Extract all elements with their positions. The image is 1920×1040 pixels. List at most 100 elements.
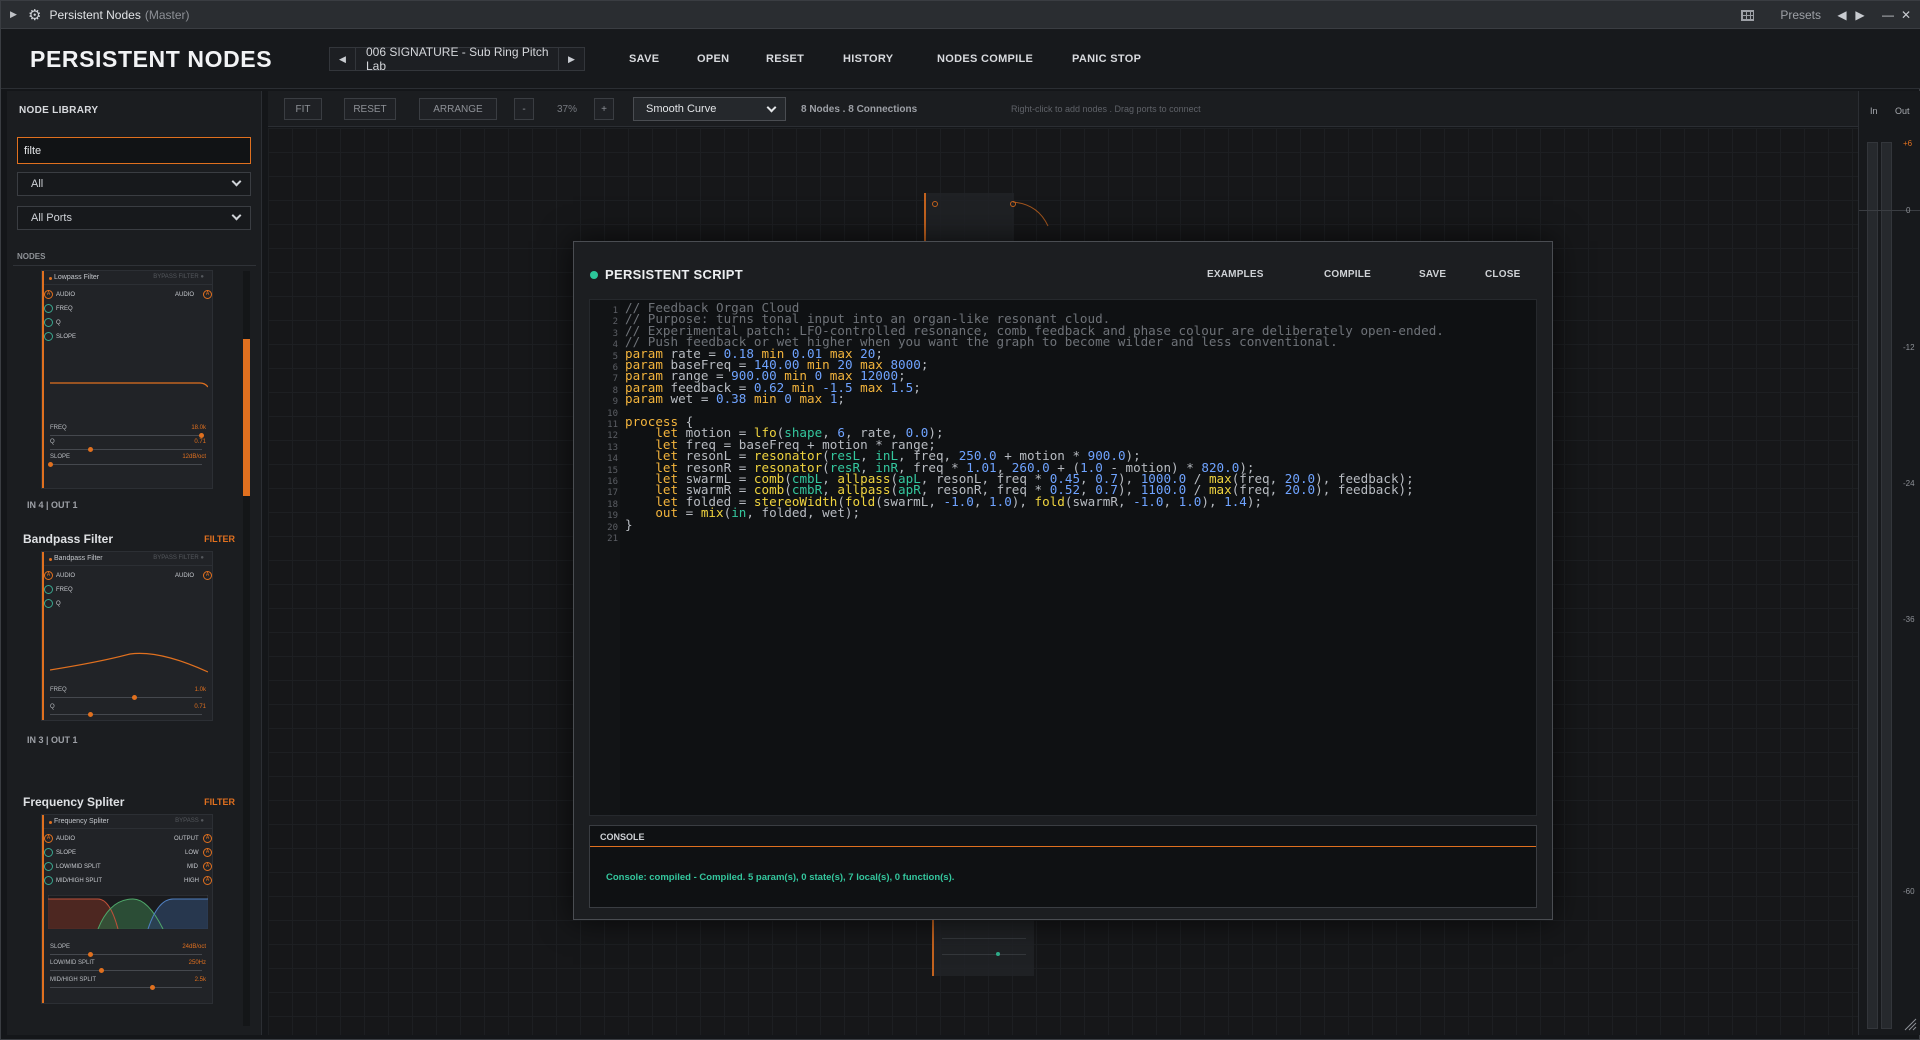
- ports-select-value: All Ports: [31, 212, 72, 224]
- param-value: 250Hz: [188, 960, 206, 966]
- next-preset-button[interactable]: ▶: [558, 47, 585, 71]
- script-save-button[interactable]: SAVE: [1419, 269, 1446, 280]
- library-card-bandpass[interactable]: Bandpass Filter FILTER Bandpass Filter BY…: [13, 532, 239, 797]
- port-label: FREQ: [56, 306, 73, 312]
- card-category-tag: FILTER: [204, 797, 235, 807]
- output-port-icon[interactable]: A: [203, 834, 212, 843]
- prev-preset-icon[interactable]: ◀: [1833, 8, 1851, 22]
- examples-button[interactable]: EXAMPLES: [1207, 269, 1264, 280]
- open-button[interactable]: OPEN: [697, 53, 729, 65]
- port-label: AUDIO: [56, 292, 76, 298]
- param-port-icon[interactable]: [44, 332, 53, 341]
- meter-zero-line: [1859, 210, 1920, 211]
- script-editor-modal: PERSISTENT SCRIPT EXAMPLES COMPILE SAVE …: [573, 241, 1553, 920]
- category-select[interactable]: All: [17, 172, 251, 196]
- gear-icon[interactable]: ⚙: [28, 6, 41, 24]
- port-icon[interactable]: [932, 201, 938, 207]
- param-slider[interactable]: [50, 435, 202, 436]
- param-slider[interactable]: [50, 970, 202, 971]
- app-window: ▶ ⚙ Persistent Nodes (Master) Presets ◀ …: [0, 0, 1920, 1040]
- param-port-icon[interactable]: [44, 304, 53, 313]
- nodes-compile-button[interactable]: NODES COMPILE: [937, 53, 1033, 65]
- param-slider[interactable]: [50, 714, 202, 715]
- param-slider[interactable]: [942, 938, 1026, 939]
- presets-label[interactable]: Presets: [1780, 8, 1821, 22]
- slider-handle[interactable]: [996, 952, 1000, 956]
- panic-stop-button[interactable]: PANIC STOP: [1072, 53, 1141, 65]
- node-preview-title: Lowpass Filter: [54, 274, 100, 281]
- param-port-icon[interactable]: [44, 862, 53, 871]
- crossover-graph: [48, 895, 208, 929]
- param-slider[interactable]: [942, 954, 1026, 955]
- close-button[interactable]: CLOSE: [1485, 269, 1520, 280]
- history-button[interactable]: HISTORY: [843, 53, 893, 65]
- low-port-icon[interactable]: A: [203, 848, 212, 857]
- param-slider[interactable]: [50, 987, 202, 988]
- graph-node[interactable]: [932, 918, 1034, 976]
- param-label: MID/HIGH SPLIT: [50, 977, 97, 983]
- audio-port-icon[interactable]: A: [44, 834, 53, 843]
- slider-handle[interactable]: [132, 695, 137, 700]
- param-value: 2.5k: [194, 977, 206, 983]
- mid-port-icon[interactable]: A: [203, 862, 212, 871]
- meter-bar-in: [1867, 142, 1878, 1029]
- scrollbar-thumb[interactable]: [243, 339, 250, 496]
- divider: [13, 265, 256, 266]
- param-port-icon[interactable]: [44, 585, 53, 594]
- slider-handle[interactable]: [199, 433, 204, 438]
- param-port-icon[interactable]: [44, 599, 53, 608]
- fit-button[interactable]: FIT: [284, 98, 322, 120]
- audio-port-icon[interactable]: A: [203, 571, 212, 580]
- slider-handle[interactable]: [99, 968, 104, 973]
- param-slider[interactable]: [50, 954, 202, 955]
- close-icon[interactable]: ✕: [1897, 8, 1915, 22]
- preset-name[interactable]: 006 SIGNATURE - Sub Ring Pitch Lab: [356, 45, 558, 73]
- compile-button[interactable]: COMPILE: [1324, 269, 1371, 280]
- ports-select[interactable]: All Ports: [17, 206, 251, 230]
- zoom-in-button[interactable]: +: [594, 98, 614, 120]
- param-slider[interactable]: [50, 464, 202, 465]
- graph-node[interactable]: [924, 193, 1016, 245]
- canvas-reset-button[interactable]: RESET: [344, 98, 396, 120]
- grid-icon[interactable]: [1741, 9, 1755, 21]
- param-slider[interactable]: [50, 697, 202, 698]
- meter-tick: -12: [1903, 343, 1915, 352]
- meter-tick: -24: [1903, 479, 1915, 488]
- port-label: SLOPE: [56, 334, 77, 340]
- param-port-icon[interactable]: [44, 848, 53, 857]
- library-card-frequency-spliter[interactable]: Frequency Spliter FILTER Frequency Split…: [13, 795, 239, 1025]
- chevron-down-icon: [231, 176, 242, 187]
- slider-handle[interactable]: [48, 462, 53, 467]
- param-port-icon[interactable]: [44, 318, 53, 327]
- high-port-icon[interactable]: A: [203, 876, 212, 885]
- meter-tick: -60: [1903, 887, 1915, 896]
- sidebar-scrollbar[interactable]: [243, 271, 250, 1026]
- audio-port-icon[interactable]: A: [44, 290, 53, 299]
- zoom-out-button[interactable]: -: [514, 98, 534, 120]
- line-number: 21: [607, 534, 618, 544]
- prev-preset-button[interactable]: ◀: [329, 47, 356, 71]
- node-preview-title: Frequency Spliter: [54, 818, 109, 825]
- expand-icon[interactable]: ▶: [10, 9, 20, 20]
- slider-handle[interactable]: [88, 447, 93, 452]
- next-preset-icon[interactable]: ▶: [1851, 8, 1869, 22]
- save-button[interactable]: SAVE: [629, 53, 659, 65]
- resize-grip-icon[interactable]: [1903, 1017, 1917, 1031]
- curve-mode-select[interactable]: Smooth Curve: [633, 97, 786, 121]
- param-label: SLOPE: [50, 944, 71, 950]
- arrange-button[interactable]: ARRANGE: [419, 98, 497, 120]
- minimize-icon[interactable]: —: [1879, 8, 1897, 22]
- port-label: Q: [56, 320, 61, 326]
- audio-port-icon[interactable]: A: [44, 571, 53, 580]
- search-input[interactable]: [17, 137, 251, 164]
- audio-port-icon[interactable]: A: [203, 290, 212, 299]
- slider-handle[interactable]: [88, 952, 93, 957]
- port-label: FREQ: [56, 587, 73, 593]
- slider-handle[interactable]: [150, 985, 155, 990]
- param-slider[interactable]: [50, 449, 202, 450]
- reset-button[interactable]: RESET: [766, 53, 804, 65]
- code-editor[interactable]: 1// Feedback Organ Cloud 2// Purpose: tur…: [589, 299, 1537, 816]
- slider-handle[interactable]: [88, 712, 93, 717]
- port-label: MID: [187, 864, 198, 870]
- param-port-icon[interactable]: [44, 876, 53, 885]
